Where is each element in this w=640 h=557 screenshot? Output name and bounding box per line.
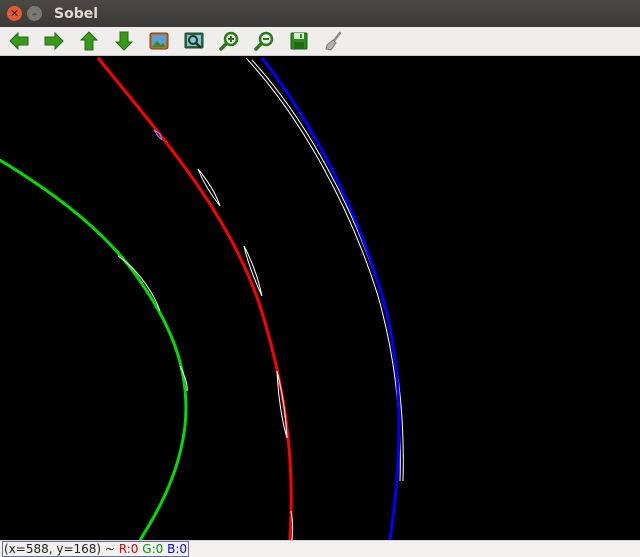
save-icon: [290, 32, 308, 50]
image-canvas[interactable]: [0, 56, 640, 540]
zoom-region-icon: [184, 32, 204, 49]
white-edge-outer: [245, 57, 401, 482]
pan-right-icon: [44, 31, 64, 51]
zoom-fit-button[interactable]: [145, 28, 173, 54]
properties-icon: [325, 31, 342, 51]
green-lane-curve: [0, 158, 188, 540]
zoom-out-icon: [254, 31, 274, 51]
pixel-info: (x=588, y=168) ~ R:0 G:0 B:0: [2, 541, 190, 557]
zoom-region-button[interactable]: [180, 28, 208, 54]
close-button[interactable]: ✕: [7, 6, 22, 21]
zoom-fit-icon: [149, 32, 169, 50]
minimize-button[interactable]: –: [27, 6, 42, 21]
zoom-in-icon: [219, 31, 239, 51]
close-icon: ✕: [9, 7, 20, 20]
pan-down-icon: [114, 31, 134, 51]
minimize-icon: –: [31, 7, 38, 20]
red-lane-curve: [96, 57, 293, 540]
blue-value: B:0: [167, 542, 188, 556]
toolbar: [0, 27, 640, 56]
pan-left-icon: [9, 31, 29, 51]
properties-button[interactable]: [320, 28, 348, 54]
green-value: G:0: [142, 542, 164, 556]
title-bar: ✕ – Sobel: [0, 0, 640, 27]
window-title: Sobel: [54, 5, 99, 22]
cursor-coordinates: (x=588, y=168) ~: [4, 542, 119, 556]
pan-left-button[interactable]: [5, 28, 33, 54]
save-button[interactable]: [285, 28, 313, 54]
pan-up-icon: [79, 31, 99, 51]
sobel-edge-image: [0, 57, 404, 540]
red-value: R:0: [118, 542, 139, 556]
zoom-in-button[interactable]: [215, 28, 243, 54]
status-bar: (x=588, y=168) ~ R:0 G:0 B:0: [0, 540, 640, 557]
pan-up-button[interactable]: [75, 28, 103, 54]
image-viewer-window: ✕ – Sobel (x=588, y=168) ~ R:0 G:0 B:0: [0, 0, 640, 557]
pan-down-button[interactable]: [110, 28, 138, 54]
pan-right-button[interactable]: [40, 28, 68, 54]
white-edge-inner: [251, 59, 404, 482]
zoom-out-button[interactable]: [250, 28, 278, 54]
